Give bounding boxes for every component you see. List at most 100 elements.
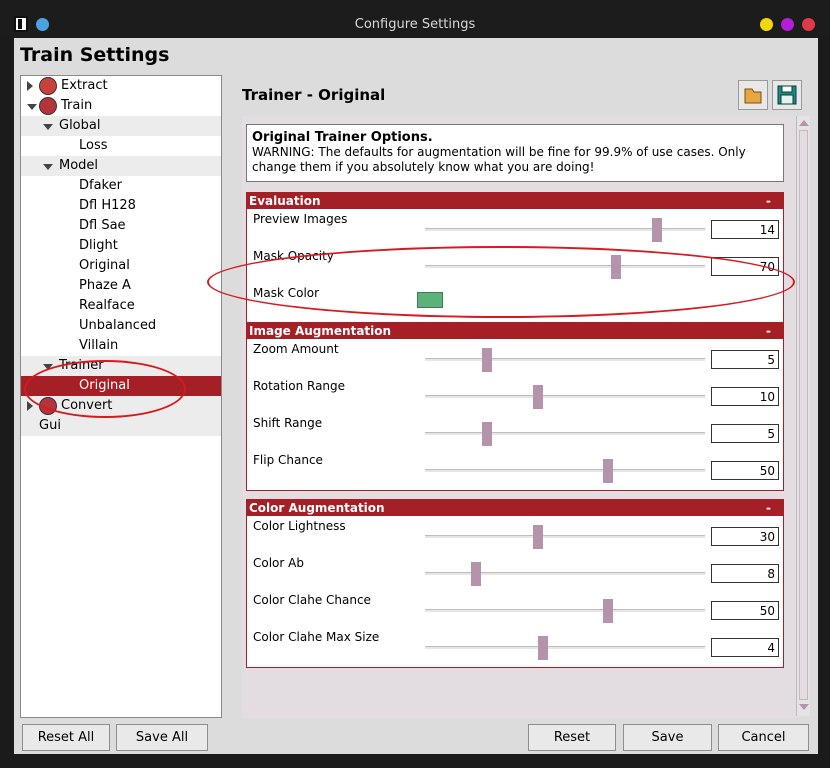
maximize-button[interactable] bbox=[781, 18, 794, 31]
slider-thumb[interactable] bbox=[481, 348, 492, 372]
slider-thumb[interactable] bbox=[538, 636, 549, 660]
close-button[interactable] bbox=[802, 18, 815, 31]
slider-track[interactable] bbox=[425, 395, 705, 398]
floppy-disk-icon bbox=[777, 85, 797, 105]
tree-item[interactable]: Dfaker bbox=[21, 176, 221, 196]
tree-item[interactable]: Loss bbox=[21, 136, 221, 156]
highlight-ellipse-evaluation bbox=[207, 246, 795, 318]
tree-item[interactable]: Train bbox=[21, 96, 221, 116]
pane-title: Trainer - Original bbox=[242, 86, 386, 104]
tree-item-label: Unbalanced bbox=[79, 318, 157, 333]
option-flip-chance: Flip Chance 50 bbox=[247, 451, 783, 488]
save-button[interactable]: Save bbox=[623, 724, 712, 751]
tree-item[interactable]: Model bbox=[21, 156, 221, 176]
tree-item[interactable]: Phaze A bbox=[21, 276, 221, 296]
slider-thumb[interactable] bbox=[470, 562, 481, 586]
slider-thumb[interactable] bbox=[533, 525, 543, 549]
slider-track[interactable] bbox=[425, 432, 705, 435]
value-input[interactable]: 5 bbox=[711, 424, 779, 443]
option-label: Shift Range bbox=[253, 416, 323, 430]
option-preview-images: Preview Images 14 bbox=[247, 210, 783, 247]
minimize-button[interactable] bbox=[760, 18, 773, 31]
tree-item[interactable]: Villain bbox=[21, 336, 221, 356]
value-input[interactable]: 8 bbox=[711, 564, 779, 583]
value-input[interactable]: 5 bbox=[711, 350, 779, 369]
tree-item-label: Phaze A bbox=[79, 278, 131, 293]
highlight-ellipse-tree bbox=[24, 360, 186, 418]
collapse-button[interactable]: - bbox=[766, 193, 771, 209]
info-title: Original Trainer Options. bbox=[252, 130, 433, 145]
reset-all-button[interactable]: Reset All bbox=[22, 724, 110, 751]
slider-track[interactable] bbox=[425, 358, 705, 361]
option-color-clahe-max-size: Color Clahe Max Size 4 bbox=[247, 628, 783, 665]
save-all-button[interactable]: Save All bbox=[116, 724, 208, 751]
value-input[interactable]: 30 bbox=[711, 527, 779, 546]
tree-scrollbar[interactable] bbox=[221, 76, 222, 717]
collapse-button[interactable]: - bbox=[766, 323, 771, 339]
option-color-clahe-chance: Color Clahe Chance 50 bbox=[247, 591, 783, 628]
load-button[interactable] bbox=[738, 80, 768, 110]
value-input[interactable]: 50 bbox=[711, 461, 779, 480]
save-config-button[interactable] bbox=[772, 80, 802, 110]
chevron-down-icon[interactable] bbox=[43, 164, 53, 170]
slider-thumb[interactable] bbox=[603, 459, 614, 483]
value-input[interactable]: 14 bbox=[711, 220, 779, 239]
tree-item[interactable]: Extract bbox=[21, 76, 221, 96]
slider-thumb[interactable] bbox=[603, 599, 614, 623]
scroll-up-icon[interactable] bbox=[799, 120, 809, 126]
slider-track[interactable] bbox=[425, 469, 705, 472]
slider-track[interactable] bbox=[425, 228, 705, 231]
group-title: Color Augmentation bbox=[249, 501, 385, 515]
tree-item-label: Dfl Sae bbox=[79, 218, 126, 233]
value-input[interactable]: 10 bbox=[711, 387, 779, 406]
group-image-augmentation: Image Augmentation - Zoom Amount 5 Rotation … bbox=[246, 322, 784, 491]
tree-item[interactable]: Original bbox=[21, 256, 221, 276]
tree-item[interactable]: Dfl H128 bbox=[21, 196, 221, 216]
slider-thumb[interactable] bbox=[481, 422, 492, 446]
options-scroll-thumb[interactable] bbox=[799, 130, 808, 700]
chevron-down-icon[interactable] bbox=[43, 124, 53, 130]
options-panel: Original Trainer Options. WARNING: The d… bbox=[242, 116, 798, 750]
tree-item-label: Dfaker bbox=[79, 178, 122, 193]
button-bar: Reset All Save All Reset Save Cancel bbox=[14, 718, 818, 754]
chevron-right-icon[interactable] bbox=[27, 81, 33, 91]
option-label: Color Clahe Chance bbox=[253, 593, 371, 607]
tree-item-label: Loss bbox=[79, 138, 108, 153]
option-label: Preview Images bbox=[253, 212, 348, 226]
tree-item-label: Train bbox=[61, 98, 93, 113]
group-header[interactable]: Evaluation - bbox=[247, 193, 783, 209]
slider-thumb[interactable] bbox=[651, 218, 662, 242]
tree-item[interactable]: Dfl Sae bbox=[21, 216, 221, 236]
scroll-down-icon[interactable] bbox=[799, 704, 809, 710]
tree-item-label: Extract bbox=[61, 78, 108, 93]
option-label: Color Clahe Max Size bbox=[253, 630, 380, 644]
slider-track[interactable] bbox=[425, 646, 705, 649]
slider-track[interactable] bbox=[425, 609, 705, 612]
tree-item[interactable]: Global bbox=[21, 116, 221, 136]
tree-item[interactable]: Realface bbox=[21, 296, 221, 316]
chevron-right-icon[interactable] bbox=[27, 401, 33, 411]
option-label: Rotation Range bbox=[253, 379, 346, 393]
slider-track[interactable] bbox=[425, 572, 705, 575]
tree-item[interactable]: Gui bbox=[21, 416, 221, 436]
group-header[interactable]: Image Augmentation - bbox=[247, 323, 783, 339]
value-input[interactable]: 4 bbox=[711, 638, 779, 657]
collapse-button[interactable]: - bbox=[766, 500, 771, 516]
group-header[interactable]: Color Augmentation - bbox=[247, 500, 783, 516]
slider-thumb[interactable] bbox=[533, 385, 543, 409]
chevron-down-icon[interactable] bbox=[27, 104, 37, 110]
title-bar: Configure Settings bbox=[0, 0, 830, 38]
cancel-button[interactable]: Cancel bbox=[718, 724, 809, 751]
options-scrollbar[interactable] bbox=[796, 116, 810, 716]
folder-icon bbox=[744, 88, 762, 104]
slider-track[interactable] bbox=[425, 535, 705, 538]
train-icon bbox=[39, 97, 57, 115]
tree-item-label: Global bbox=[59, 118, 101, 133]
tree-item[interactable]: Unbalanced bbox=[21, 316, 221, 336]
reset-button[interactable]: Reset bbox=[528, 724, 616, 751]
option-label: Flip Chance bbox=[253, 453, 323, 467]
value-input[interactable]: 50 bbox=[711, 601, 779, 620]
tree-item-label: Original bbox=[79, 258, 130, 273]
group-title: Evaluation bbox=[249, 194, 321, 208]
tree-item[interactable]: Dlight bbox=[21, 236, 221, 256]
